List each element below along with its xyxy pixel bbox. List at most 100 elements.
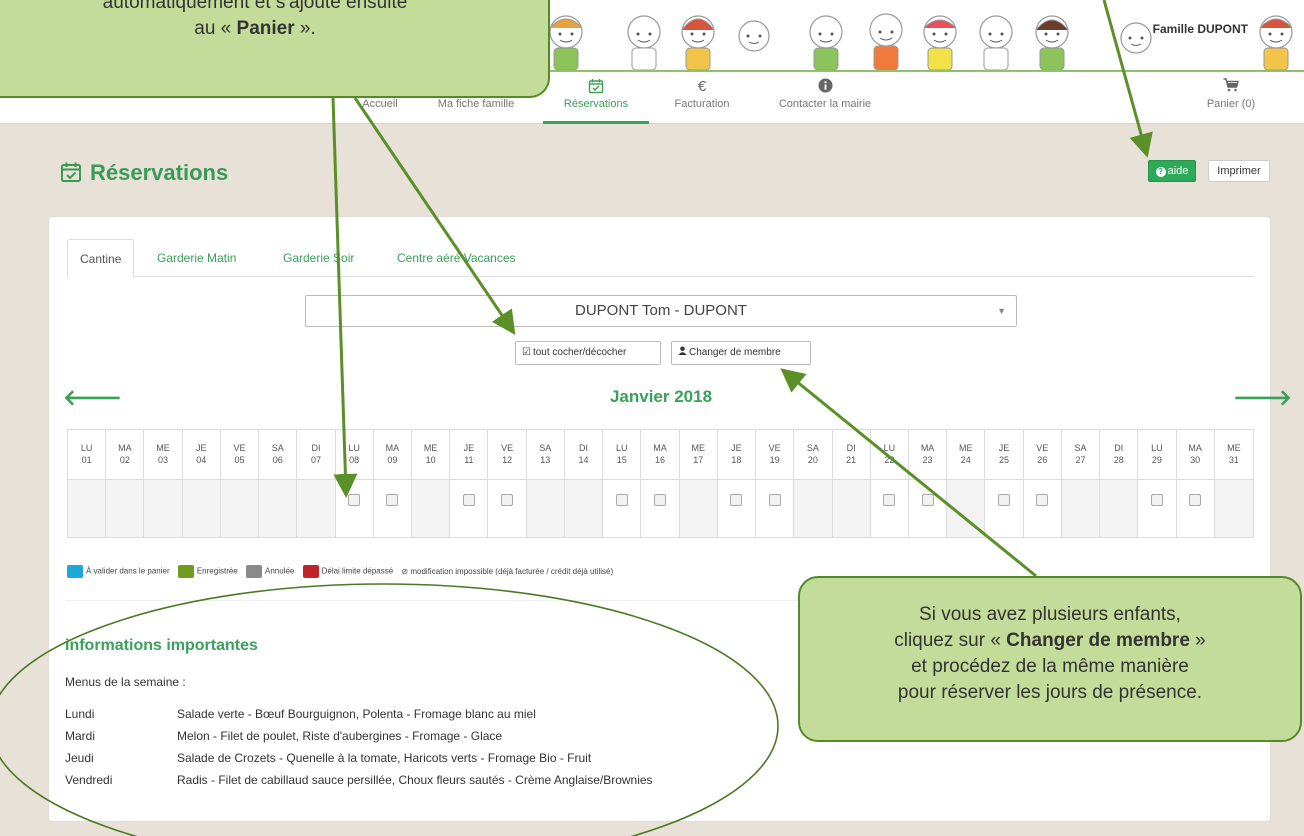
calendar-day-header: ME 17: [679, 430, 717, 480]
callout-text: pour réserver les jours de présence.: [897, 682, 1203, 703]
nav-item-reservations[interactable]: Réservations: [543, 72, 649, 124]
calendar-day-header: DI 07: [297, 430, 335, 480]
tab-garderie-matin[interactable]: Garderie Matin: [145, 239, 248, 277]
reservation-checkbox[interactable]: [1189, 494, 1202, 506]
calendar-day-cell: [297, 480, 335, 537]
calendar-day: VE 12: [488, 430, 527, 537]
calendar-day: JE 11: [450, 430, 489, 537]
day-number: 25: [999, 455, 1010, 465]
calendar-day: JE 18: [717, 430, 757, 537]
legend-swatch: [67, 565, 83, 578]
calendar-day-header: DI 21: [832, 430, 870, 480]
day-of-week: DI: [579, 443, 589, 453]
nav-item-contacter-la-mairie[interactable]: Contacter la mairie: [762, 72, 888, 124]
cart-button[interactable]: Panier (0): [1196, 72, 1266, 124]
calendar-day: SA 27: [1061, 430, 1101, 537]
tab-cantine[interactable]: Cantine: [67, 239, 135, 278]
day-number: 14: [578, 455, 589, 465]
reservation-checkbox[interactable]: [462, 494, 475, 506]
reservation-checkbox[interactable]: [921, 494, 934, 506]
help-button-label: aide: [1167, 165, 1189, 177]
family-name[interactable]: Famille DUPONT: [1153, 22, 1248, 36]
chevron-down-icon: ▼: [997, 306, 1006, 316]
day-of-week: VE: [768, 443, 781, 453]
tab-garderie-soir[interactable]: Garderie Soir: [271, 239, 366, 277]
reservation-checkbox[interactable]: [883, 494, 896, 506]
reservation-checkbox[interactable]: [1036, 494, 1049, 506]
member-select-value: DUPONT Tom - DUPONT: [575, 302, 747, 319]
calendar-day-cell: [1176, 480, 1214, 537]
calendar-day: ME 17: [679, 430, 718, 537]
calendar-day-cell: [985, 480, 1023, 537]
legend-swatch: [177, 565, 194, 578]
calendar-day-cell: [564, 480, 603, 537]
tab-centre-aere-vacances[interactable]: Centre aéré Vacances: [385, 239, 528, 277]
calendar-day-cell: [335, 480, 373, 537]
reservation-checkbox[interactable]: [1150, 494, 1163, 506]
callout-text-part: »: [1189, 630, 1206, 651]
reservation-checkbox[interactable]: [386, 494, 399, 506]
next-month-arrow-icon[interactable]: 🡒: [1233, 385, 1292, 411]
menu-day: Mardi: [65, 729, 96, 743]
info-icon: [762, 72, 888, 96]
change-member-button[interactable]: Changer de membre: [671, 341, 811, 365]
page-title-text: Réservations: [90, 160, 229, 185]
reservation-checkbox[interactable]: [501, 494, 514, 506]
legend-note: ⊘ modification impossible (déjà facturée…: [401, 567, 614, 576]
menu-text: Melon - Filet de poulet, Riste d'aubergi…: [177, 729, 503, 743]
prev-month-arrow-icon[interactable]: 🡐: [63, 385, 122, 411]
child-drawing-icon: [1120, 22, 1152, 54]
day-number: 08: [349, 455, 360, 465]
calendar-day-header: MA 09: [373, 430, 412, 480]
calendar-day: MA 02: [106, 430, 145, 537]
reservation-checkbox[interactable]: [348, 494, 361, 506]
day-of-week: DI: [311, 443, 321, 453]
calendar-day: JE 04: [182, 430, 221, 537]
day-of-week: DI: [1114, 443, 1124, 453]
nav-label: Réservations: [563, 98, 629, 110]
reservation-checkbox[interactable]: [998, 494, 1011, 506]
toggle-all-button[interactable]: ☑ tout cocher/décocher: [515, 341, 661, 365]
nav-item-facturation[interactable]: € Facturation: [664, 72, 740, 124]
day-number: 01: [81, 455, 92, 465]
print-button[interactable]: Imprimer: [1208, 160, 1270, 182]
cart-icon: [1196, 72, 1266, 96]
callout-text-part: ».: [294, 18, 316, 39]
calendar-day-header: VE 05: [220, 430, 259, 480]
calendar-day-header: LU 22: [870, 430, 908, 480]
calendar-day: VE 19: [756, 430, 795, 537]
day-number: 16: [654, 455, 665, 465]
callout-text-part: au «: [194, 18, 237, 39]
reservation-checkbox[interactable]: [768, 494, 781, 506]
calendar-day-cell: [68, 480, 106, 537]
child-drawing-icon: [809, 15, 843, 70]
day-number: 20: [807, 455, 818, 465]
reservation-checkbox[interactable]: [653, 494, 666, 506]
reservation-checkbox[interactable]: [730, 494, 743, 506]
reservation-checkbox[interactable]: [615, 494, 628, 506]
day-number: 15: [616, 455, 627, 465]
day-number: 31: [1228, 455, 1239, 465]
calendar-day-cell: [450, 480, 488, 537]
help-button[interactable]: ? aide: [1148, 160, 1196, 182]
calendar-day-cell: [908, 480, 947, 537]
day-number: 26: [1037, 455, 1048, 465]
day-of-week: ME: [423, 443, 438, 453]
day-number: 11: [464, 455, 474, 465]
member-select[interactable]: DUPONT Tom - DUPONT ▼: [305, 295, 1017, 327]
calendar-day-header: ME 03: [144, 430, 182, 480]
legend-label: Délai limite dépassé: [321, 566, 394, 576]
callout-text: et procédez de la même manière: [911, 656, 1189, 677]
calendar-day: VE 05: [220, 430, 260, 537]
calendar-day-header: LU 15: [603, 430, 641, 480]
day-number: 24: [960, 455, 971, 465]
calendar-day-cell: [220, 480, 259, 537]
menu-text: Salade de Crozets - Quenelle à la tomate…: [177, 751, 592, 765]
child-drawing-icon: [869, 13, 903, 70]
callout-text: au « Panier ».: [0, 16, 548, 42]
service-tabs: Cantine Garderie Matin Garderie Soir Cen…: [67, 239, 1254, 278]
menu-day: Vendredi: [65, 773, 113, 787]
day-of-week: MA: [653, 443, 667, 453]
day-of-week: JE: [463, 443, 475, 453]
day-of-week: SA: [1074, 443, 1087, 453]
